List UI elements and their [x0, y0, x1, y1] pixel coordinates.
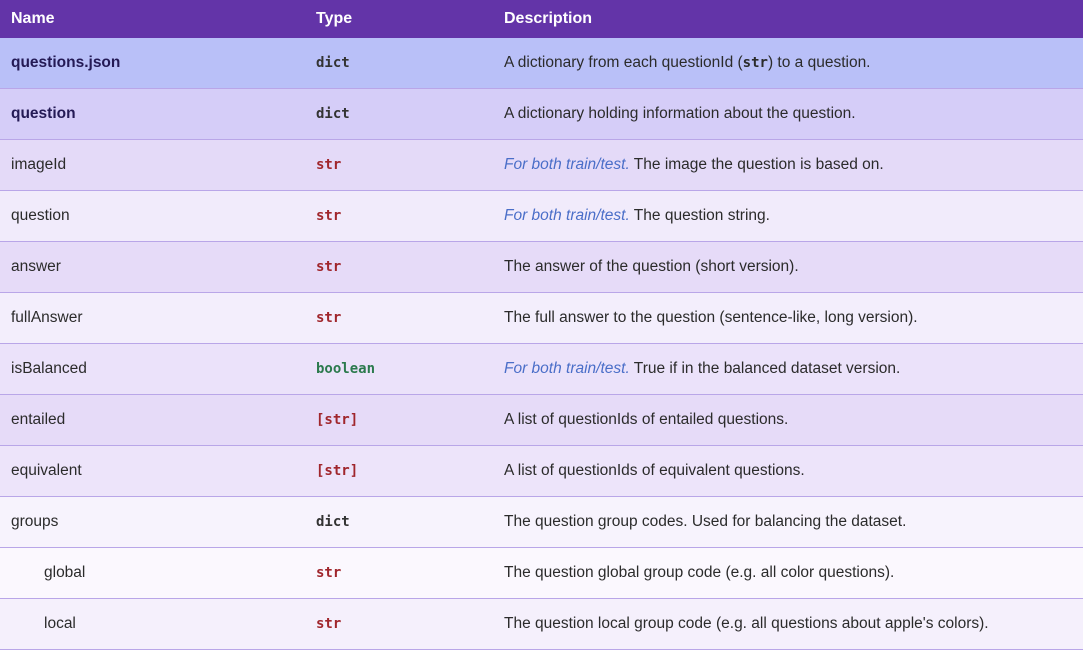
description-text: The image the question is based on.	[629, 156, 884, 173]
table-header: Name Type Description	[0, 0, 1083, 38]
description-text: The question local group code (e.g. all …	[504, 615, 989, 632]
table-row: question dict A dictionary holding informa…	[0, 89, 1083, 140]
table-row: entailed [str] A list of questionIds of en…	[0, 395, 1083, 446]
table-row: questions.json dict A dictionary from each…	[0, 38, 1083, 89]
field-description: The question group codes. Used for balan…	[493, 513, 1083, 531]
field-type: str	[316, 616, 342, 632]
table-row: question str For both train/test. The ques…	[0, 191, 1083, 242]
field-type: boolean	[316, 361, 376, 377]
table-row: isBalanced boolean For both train/test. Tr…	[0, 344, 1083, 395]
field-description: For both train/test. The image the quest…	[493, 156, 1083, 174]
field-name: groups	[11, 513, 59, 530]
description-text: A list of questionIds of equivalent ques…	[504, 462, 805, 479]
field-description: For both train/test. True if in the bala…	[493, 360, 1083, 378]
table-row: fullAnswer str The full answer to the ques…	[0, 293, 1083, 344]
field-name: isBalanced	[11, 360, 87, 377]
field-name: local	[44, 615, 76, 632]
field-description: The full answer to the question (sentenc…	[493, 309, 1083, 327]
field-type: [str]	[316, 463, 359, 479]
description-text: True if in the balanced dataset version.	[629, 360, 901, 377]
field-name: question	[11, 207, 70, 224]
description-text: A dictionary from each questionId (	[504, 54, 743, 71]
field-name: imageId	[11, 156, 67, 173]
field-type: dict	[316, 55, 350, 71]
field-type: str	[316, 208, 342, 224]
field-type: dict	[316, 106, 350, 122]
field-name: question	[11, 105, 76, 122]
table-row: imageId str For both train/test. The image…	[0, 140, 1083, 191]
field-description: A dictionary holding information about t…	[493, 105, 1083, 123]
field-name: questions.json	[11, 54, 121, 71]
field-name: equivalent	[11, 462, 82, 479]
field-type: str	[316, 565, 342, 581]
field-name: answer	[11, 258, 61, 275]
description-text: A list of questionIds of entailed questi…	[504, 411, 789, 428]
field-description: A dictionary from each questionId (str) …	[493, 54, 1083, 72]
field-description: For both train/test. The question string…	[493, 207, 1083, 225]
description-scope-note: For both train/test.	[504, 156, 630, 173]
field-name: global	[44, 564, 86, 581]
schema-table: Name Type Description questions.json dict…	[0, 0, 1083, 650]
field-name: fullAnswer	[11, 309, 83, 326]
field-description: A list of questionIds of equivalent ques…	[493, 462, 1083, 480]
table-row: groups dict The question group codes. Used…	[0, 497, 1083, 548]
description-scope-note: For both train/test.	[504, 207, 630, 224]
field-type: dict	[316, 514, 350, 530]
description-text: The question group codes. Used for balan…	[504, 513, 907, 530]
description-text: The question string.	[629, 207, 770, 224]
header-type: Type	[316, 10, 353, 27]
field-type: str	[316, 310, 342, 326]
field-description: The question global group code (e.g. all…	[493, 564, 1083, 582]
header-description: Description	[504, 10, 593, 27]
table-row: local str The question local group code (e…	[0, 599, 1083, 650]
table-row: equivalent [str] A list of questionIds of …	[0, 446, 1083, 497]
table-row: global str The question global group code …	[0, 548, 1083, 599]
description-text: A dictionary holding information about t…	[504, 105, 856, 122]
header-name: Name	[11, 10, 55, 27]
description-text: The question global group code (e.g. all…	[504, 564, 895, 581]
field-description: The answer of the question (short versio…	[493, 258, 1083, 276]
field-type: str	[316, 157, 342, 173]
field-name: entailed	[11, 411, 66, 428]
table-body: questions.json dict A dictionary from each…	[0, 38, 1083, 650]
field-type: [str]	[316, 412, 359, 428]
field-description: The question local group code (e.g. all …	[493, 615, 1083, 633]
field-type: str	[316, 259, 342, 275]
description-scope-note: For both train/test.	[504, 360, 630, 377]
description-text: The full answer to the question (sentenc…	[504, 309, 918, 326]
field-description: A list of questionIds of entailed questi…	[493, 411, 1083, 429]
description-inline-code: str	[742, 55, 768, 71]
table-row: answer str The answer of the question (sho…	[0, 242, 1083, 293]
description-text-after: ) to a question.	[767, 54, 871, 71]
description-text: The answer of the question (short versio…	[504, 258, 799, 275]
